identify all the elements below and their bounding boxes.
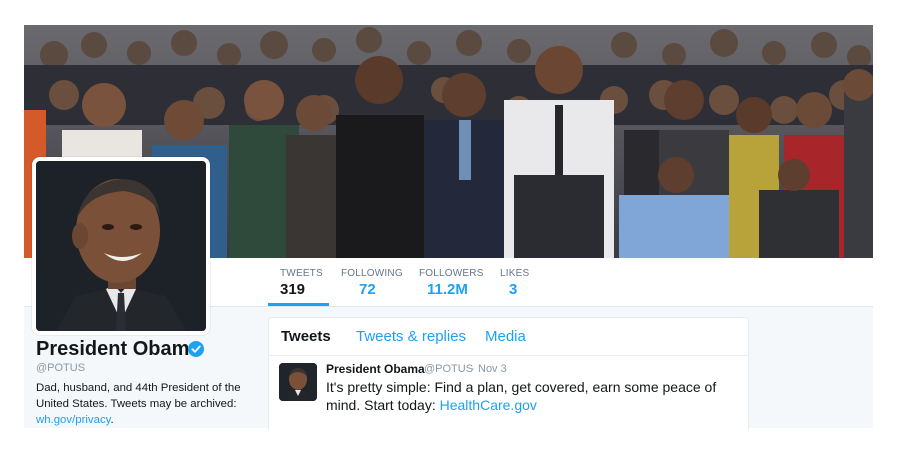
bio-link[interactable]: wh.gov/privacy: [36, 414, 111, 426]
tweet-link[interactable]: HealthCare.gov: [440, 397, 537, 413]
bio-text: Dad, husband, and 44th President of the …: [36, 382, 241, 410]
tweet-text: It's pretty simple: Find a plan, get cov…: [326, 378, 736, 414]
profile-handle[interactable]: @POTUS: [36, 362, 85, 374]
stat-value: 11.2M: [427, 281, 468, 298]
stat-label: TWEETS: [280, 268, 323, 279]
tab-tweets-and-replies[interactable]: Tweets & replies: [356, 328, 466, 345]
stat-value: 319: [280, 281, 306, 298]
tweet-author-name[interactable]: President Obama: [326, 362, 425, 376]
timeline-card: Tweets Tweets & replies Media President …: [268, 317, 749, 429]
tab-tweets[interactable]: Tweets: [281, 328, 331, 345]
stat-value: 3: [509, 281, 518, 298]
tweet-separator: ·: [471, 363, 475, 375]
stat-label: FOLLOWING: [341, 268, 403, 279]
verified-badge-icon: [188, 341, 204, 357]
active-stat-indicator: [268, 303, 329, 306]
stat-label: FOLLOWERS: [419, 268, 484, 279]
bio-end: .: [110, 414, 114, 426]
tweet-avatar[interactable]: [279, 363, 317, 401]
stat-value: 72: [359, 281, 376, 298]
profile-avatar[interactable]: [32, 157, 210, 335]
tweet-author-handle[interactable]: @POTUS: [424, 363, 473, 375]
profile-name[interactable]: President Obama: [36, 338, 201, 361]
timeline-tabs: Tweets Tweets & replies Media: [269, 318, 748, 356]
tab-media[interactable]: Media: [485, 328, 526, 345]
profile-bio: Dad, husband, and 44th President of the …: [36, 380, 251, 428]
stat-label: LIKES: [500, 268, 530, 279]
tweet-timestamp[interactable]: Nov 3: [478, 363, 507, 375]
